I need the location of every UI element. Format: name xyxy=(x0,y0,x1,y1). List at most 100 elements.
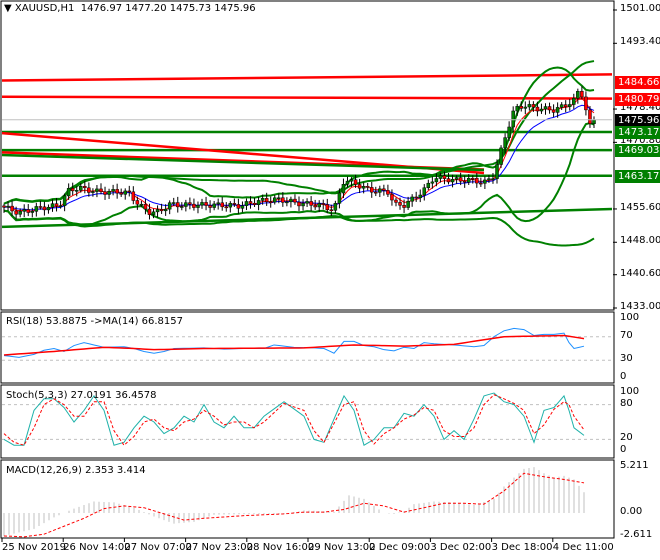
candle-body xyxy=(410,196,414,202)
candle-body xyxy=(248,201,253,204)
candle-body xyxy=(588,109,592,124)
candle-body xyxy=(66,188,71,197)
candle-body xyxy=(531,104,536,108)
candle-body xyxy=(309,201,313,206)
candle-body xyxy=(268,201,273,204)
candle-body xyxy=(252,202,257,205)
candle-body xyxy=(434,178,439,183)
candle-body xyxy=(499,147,503,165)
candle-body xyxy=(171,202,176,204)
stoch-title: Stoch(5,3,3) 27.0191 36.4578 xyxy=(6,390,157,401)
candle-body xyxy=(305,201,309,204)
candle-body xyxy=(147,208,152,215)
candle-body xyxy=(22,209,26,212)
candle-body xyxy=(188,202,192,205)
rsi-axis-label: 30 xyxy=(620,353,633,365)
candle-body xyxy=(454,177,459,180)
candle-body xyxy=(414,196,418,199)
candle-body xyxy=(264,198,269,203)
candle-body xyxy=(450,179,455,183)
candle-body xyxy=(79,186,83,191)
candle-body xyxy=(256,200,261,205)
candle-body xyxy=(572,98,576,105)
candle-body xyxy=(394,199,398,203)
candle-body xyxy=(430,181,435,184)
candle-body xyxy=(406,200,410,208)
candle-body xyxy=(551,109,556,113)
macd-axis-label: 0.00 xyxy=(620,506,643,517)
price-axis-label: 1455.60 xyxy=(620,201,660,213)
candle-body xyxy=(483,179,487,184)
candle-body xyxy=(297,201,301,207)
candle-body xyxy=(357,184,362,189)
candle-body xyxy=(281,197,285,203)
candle-body xyxy=(535,106,540,112)
candle-body xyxy=(38,206,43,208)
candle-body xyxy=(14,210,18,215)
candle-body xyxy=(527,104,532,108)
candle-body xyxy=(365,186,370,188)
candle-body xyxy=(180,206,184,208)
candle-body xyxy=(398,202,402,206)
candle-body xyxy=(220,202,224,208)
candle-body xyxy=(236,204,241,209)
candle-body xyxy=(131,191,136,201)
candle-body xyxy=(349,179,354,182)
rsi-axis-label: 70 xyxy=(620,329,633,341)
candle-body xyxy=(378,188,382,193)
price-axis-label: 1433.00 xyxy=(620,301,660,312)
price-tag: 1473.17 xyxy=(615,125,660,139)
macd-axis-label: 5.211 xyxy=(620,459,649,471)
candle-body xyxy=(475,178,479,184)
time-axis-label: 4 Dec 11:00 xyxy=(552,542,614,553)
candle-body xyxy=(333,203,338,211)
candle-body xyxy=(487,178,491,181)
candle-body xyxy=(325,204,330,211)
candle-body xyxy=(345,180,350,185)
candle-body xyxy=(70,188,75,192)
candle-body xyxy=(446,178,451,183)
candle-body xyxy=(479,182,483,185)
stoch-axis-label: 80 xyxy=(620,397,633,409)
rsi-title: RSI(18) 53.8875 ->MA(14) 66.8157 xyxy=(6,316,183,327)
candle-body xyxy=(382,188,386,191)
candle-body xyxy=(466,178,471,183)
chart-title: ▼ XAUUSD,H1 1476.97 1477.20 1475.73 1475… xyxy=(4,3,256,14)
candle-body xyxy=(135,200,140,205)
candle-body xyxy=(539,108,544,112)
time-axis-label: 26 Nov 14:00 xyxy=(63,542,131,553)
symbol-label: XAUUSD,H1 xyxy=(14,3,75,14)
candle-body xyxy=(442,175,447,179)
candle-body xyxy=(163,208,168,212)
candle-body xyxy=(26,209,30,213)
candle-body xyxy=(228,203,233,208)
candle-body xyxy=(426,182,431,189)
time-axis-label: 27 Nov 23:00 xyxy=(185,542,254,553)
stoch-axis-label: 100 xyxy=(620,386,640,397)
time-axis-label: 29 Nov 13:00 xyxy=(308,542,376,553)
candle-body xyxy=(289,198,293,203)
candle-body xyxy=(503,137,507,149)
candle-body xyxy=(329,209,334,212)
price-axis-label: 1493.40 xyxy=(620,36,660,48)
price-axis-label: 1440.60 xyxy=(620,267,660,279)
candle-body xyxy=(91,191,95,193)
macd-axis-label: -2.611 xyxy=(620,529,653,541)
candle-body xyxy=(313,205,317,208)
candle-body xyxy=(103,191,107,195)
candle-body xyxy=(139,203,144,206)
candle-body xyxy=(471,178,475,180)
stoch-axis-label: 20 xyxy=(620,432,633,444)
price-tag: 1475.96 xyxy=(615,113,660,127)
candle-body xyxy=(543,106,548,110)
ohlc-values: 1476.97 1477.20 1475.73 1475.96 xyxy=(80,3,256,14)
candle-body xyxy=(58,205,63,207)
candle-body xyxy=(62,195,67,206)
collapse-triangle-icon[interactable]: ▼ xyxy=(4,3,12,14)
candle-body xyxy=(495,164,499,179)
candle-body xyxy=(277,197,281,200)
chart-canvas xyxy=(0,0,617,542)
candle-body xyxy=(54,203,59,207)
candle-body xyxy=(224,206,229,209)
candle-body xyxy=(576,91,580,99)
